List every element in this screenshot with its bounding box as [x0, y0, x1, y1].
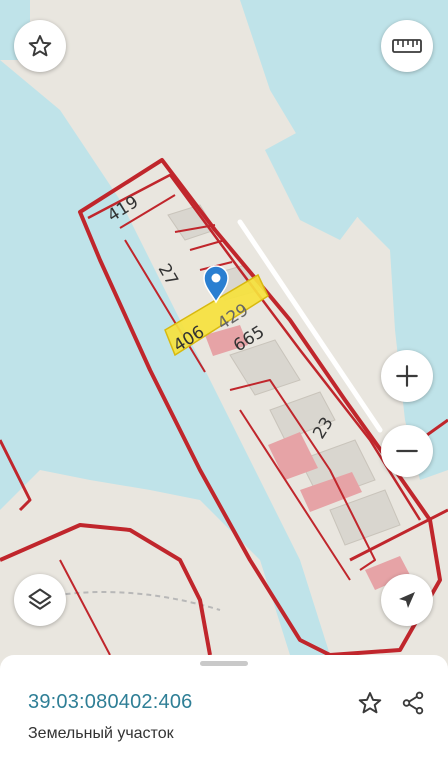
star-outline-icon: [358, 692, 382, 714]
layers-button[interactable]: [14, 574, 66, 626]
zoom-in-button[interactable]: [381, 350, 433, 402]
sheet-favorite-button[interactable]: [354, 687, 386, 719]
star-outline-icon: [28, 35, 52, 57]
share-icon: [402, 691, 424, 715]
object-type-label: Земельный участок: [28, 725, 174, 742]
navigation-arrow-icon: [399, 592, 415, 608]
favorite-button[interactable]: [14, 20, 66, 72]
minus-icon: [396, 449, 418, 453]
sheet-drag-handle[interactable]: [200, 661, 248, 666]
map-view[interactable]: 419 27 406 429 665 23: [0, 0, 448, 655]
object-info-sheet[interactable]: 39:03:080402:406 Земельный участок: [0, 655, 448, 767]
zoom-out-button[interactable]: [381, 425, 433, 477]
map-canvas[interactable]: 419 27 406 429 665 23: [0, 0, 448, 655]
share-button[interactable]: [397, 687, 429, 719]
my-location-button[interactable]: [381, 574, 433, 626]
layers-icon: [28, 588, 52, 610]
ruler-icon: [392, 39, 422, 53]
cadastral-number: 39:03:080402:406: [28, 691, 193, 713]
plus-icon: [396, 365, 418, 387]
ruler-button[interactable]: [381, 20, 433, 72]
